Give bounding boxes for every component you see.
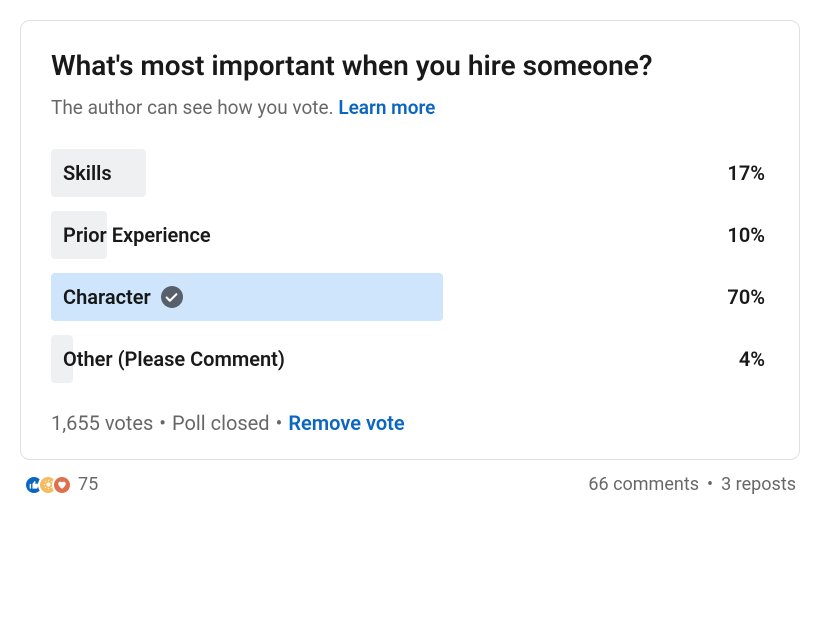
poll-status: Poll closed <box>172 411 270 435</box>
poll-subtitle-text: The author can see how you vote. <box>51 96 338 119</box>
poll-option-label: Character <box>51 285 183 309</box>
poll-option-pct: 10% <box>727 223 769 247</box>
poll-option-label: Skills <box>51 161 112 185</box>
poll-option-skills[interactable]: Skills 17% <box>51 149 769 197</box>
poll-votes-count: 1,655 votes <box>51 411 153 435</box>
poll-meta: 1,655 votes•Poll closed•Remove vote <box>51 411 769 435</box>
social-bar: 75 66 comments • 3 reposts <box>20 474 800 495</box>
poll-option-character[interactable]: Character 70% <box>51 273 769 321</box>
separator-dot: • <box>276 411 283 435</box>
remove-vote-link[interactable]: Remove vote <box>288 411 404 435</box>
poll-option-label: Prior Experience <box>51 223 211 247</box>
reposts-link[interactable]: 3 reposts <box>721 474 796 495</box>
reaction-icon-stack <box>24 475 72 495</box>
poll-option-other[interactable]: Other (Please Comment) 4% <box>51 335 769 383</box>
poll-option-label: Other (Please Comment) <box>51 347 285 371</box>
separator-dot: • <box>159 411 166 435</box>
poll-option-pct: 70% <box>727 285 769 309</box>
poll-options: Skills 17% Prior Experience 10% Characte… <box>51 149 769 383</box>
love-icon <box>52 475 72 495</box>
poll-option-prior-experience[interactable]: Prior Experience 10% <box>51 211 769 259</box>
poll-card: What's most important when you hire some… <box>20 20 800 460</box>
reaction-count: 75 <box>78 474 98 495</box>
reactions-button[interactable]: 75 <box>24 474 98 495</box>
check-icon <box>161 286 183 308</box>
poll-subtitle: The author can see how you vote. Learn m… <box>51 96 769 119</box>
learn-more-link[interactable]: Learn more <box>338 96 435 119</box>
poll-question: What's most important when you hire some… <box>51 49 769 82</box>
poll-option-label-text: Character <box>63 285 151 309</box>
poll-option-pct: 4% <box>739 347 769 371</box>
separator-dot: • <box>707 474 713 495</box>
social-counts: 66 comments • 3 reposts <box>588 474 796 495</box>
poll-option-pct: 17% <box>727 161 769 185</box>
comments-link[interactable]: 66 comments <box>588 474 699 495</box>
